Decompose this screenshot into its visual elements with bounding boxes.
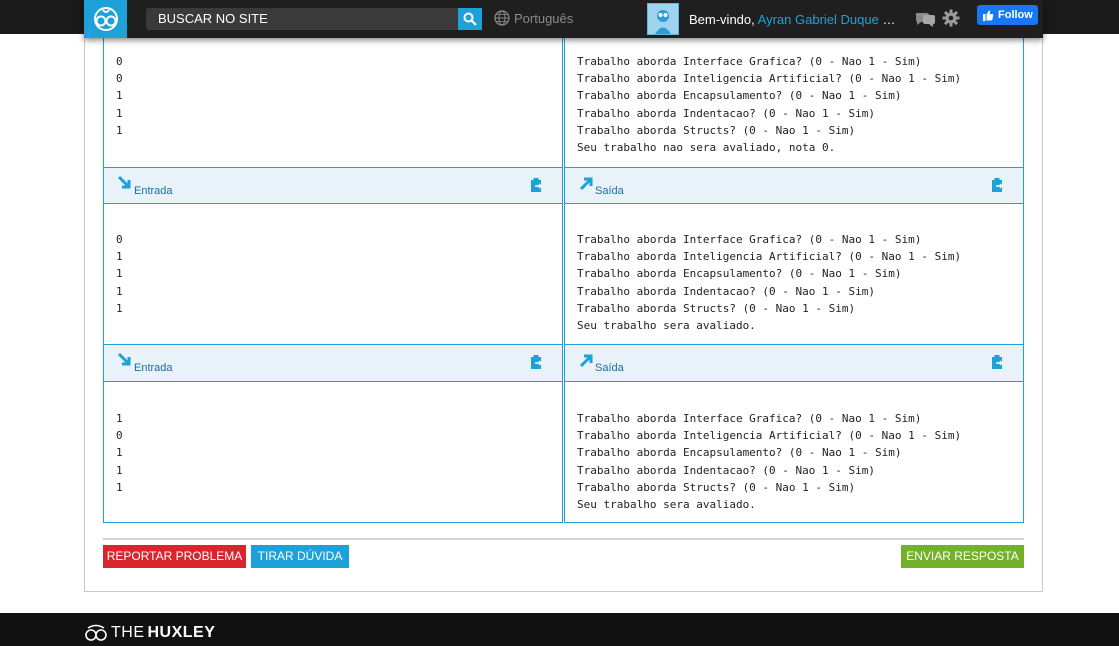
- language-selector[interactable]: Português: [494, 10, 573, 26]
- output-cell-1: Trabalho aborda Interface Grafica? (0 - …: [564, 30, 1024, 168]
- user-name-link[interactable]: Ayran Gabriel Duque Sou...: [758, 12, 904, 27]
- output-line: Trabalho aborda Inteligencia Artificial?…: [577, 72, 962, 86]
- thumbs-up-icon: [983, 10, 994, 21]
- search-input[interactable]: BUSCAR NO SITE: [146, 8, 482, 30]
- copy-clipboard-icon[interactable]: [991, 354, 1005, 370]
- input-arrow-icon: [117, 175, 131, 189]
- copy-clipboard-icon[interactable]: [530, 177, 544, 193]
- footer-brand-light: THE: [111, 624, 145, 641]
- output-line: Trabalho aborda Indentacao? (0 - Nao 1 -…: [577, 463, 876, 477]
- input-arrow-icon: [117, 352, 131, 366]
- input-header-2: Entrada: [103, 167, 563, 204]
- input-line: 1: [116, 284, 123, 298]
- output-header-2: Saída: [564, 167, 1024, 204]
- footer-logo[interactable]: THE HUXLEY: [84, 624, 215, 642]
- output-line: Trabalho aborda Structs? (0 - Nao 1 - Si…: [577, 301, 856, 315]
- input-line: 1: [116, 250, 123, 264]
- submit-answer-button[interactable]: ENVIAR RESPOSTA: [901, 545, 1024, 568]
- output-line: Trabalho aborda Inteligencia Artificial?…: [577, 429, 962, 443]
- footer: THE HUXLEY: [0, 613, 1119, 646]
- welcome-message: Bem-vindo, Ayran Gabriel Duque Sou...: [689, 12, 904, 27]
- input-header-label: Entrada: [134, 362, 173, 374]
- output-line: Trabalho aborda Structs? (0 - Nao 1 - Si…: [577, 480, 856, 494]
- welcome-prefix: Bem-vindo,: [689, 12, 758, 27]
- output-line: Trabalho aborda Indentacao? (0 - Nao 1 -…: [577, 106, 876, 120]
- copy-clipboard-icon[interactable]: [530, 354, 544, 370]
- output-cell-2: Trabalho aborda Interface Grafica? (0 - …: [564, 203, 1024, 345]
- input-line: 1: [116, 446, 123, 460]
- facebook-follow-button[interactable]: Follow: [977, 5, 1038, 25]
- avatar-icon: [655, 10, 671, 34]
- output-arrow-icon: [579, 354, 593, 368]
- output-line: Trabalho aborda Indentacao? (0 - Nao 1 -…: [577, 284, 876, 298]
- output-header-label: Saída: [595, 185, 624, 197]
- globe-icon: [494, 10, 510, 26]
- input-cell-3: 1 0 1 1 1: [103, 381, 563, 523]
- output-line: Trabalho aborda Encapsulamento? (0 - Nao…: [577, 89, 902, 103]
- input-line: 1: [116, 89, 123, 103]
- input-line: 0: [116, 55, 123, 68]
- input-header-3: Entrada: [103, 344, 563, 382]
- output-header-label: Saída: [595, 362, 624, 374]
- input-header-label: Entrada: [134, 185, 173, 197]
- output-arrow-icon: [579, 177, 593, 191]
- output-line: Trabalho aborda Interface Grafica? (0 - …: [577, 412, 922, 425]
- input-line: 1: [116, 267, 123, 281]
- output-line: Seu trabalho sera avaliado.: [577, 319, 756, 333]
- output-line: Trabalho aborda Encapsulamento? (0 - Nao…: [577, 446, 902, 460]
- search-button[interactable]: [458, 8, 482, 30]
- site-logo[interactable]: [84, 0, 127, 38]
- gear-icon: [942, 9, 960, 27]
- ask-question-button[interactable]: TIRAR DÚVIDA: [251, 545, 349, 568]
- input-line: 1: [116, 106, 123, 120]
- language-label: Português: [514, 10, 574, 26]
- input-line: 1: [116, 123, 123, 137]
- output-header-3: Saída: [564, 344, 1024, 382]
- footer-brand-bold: HUXLEY: [147, 624, 216, 641]
- copy-clipboard-icon[interactable]: [991, 177, 1005, 193]
- input-line: 0: [116, 429, 123, 443]
- output-line: Trabalho aborda Inteligencia Artificial?…: [577, 250, 962, 264]
- input-cell-1: 0 0 1 1 1: [103, 30, 563, 168]
- input-cell-2: 0 1 1 1 1: [103, 203, 563, 345]
- output-line: Seu trabalho sera avaliado.: [577, 498, 756, 512]
- search-icon: [463, 12, 477, 26]
- chat-bubbles-icon: [915, 13, 935, 27]
- report-problem-button[interactable]: REPORTAR PROBLEMA: [103, 545, 246, 568]
- follow-label: Follow: [998, 9, 1033, 21]
- input-line: 0: [116, 233, 123, 246]
- huxley-logo-icon: [85, 624, 107, 641]
- top-navbar: BUSCAR NO SITE Português Bem-vindo, Ayra…: [84, 0, 1043, 38]
- input-line: 1: [116, 301, 123, 315]
- output-line: Trabalho aborda Interface Grafica? (0 - …: [577, 55, 922, 68]
- input-line: 1: [116, 412, 123, 425]
- avatar[interactable]: [647, 3, 679, 35]
- output-cell-3: Trabalho aborda Interface Grafica? (0 - …: [564, 381, 1024, 523]
- output-line: Trabalho aborda Encapsulamento? (0 - Nao…: [577, 267, 902, 281]
- actions-divider: [103, 538, 1024, 540]
- messages-button[interactable]: [914, 10, 936, 33]
- input-line: 1: [116, 480, 123, 494]
- huxley-logo-icon: [93, 7, 118, 31]
- output-line: Seu trabalho nao sera avaliado, nota 0.: [577, 141, 836, 155]
- input-line: 0: [116, 72, 123, 86]
- output-line: Trabalho aborda Structs? (0 - Nao 1 - Si…: [577, 123, 856, 137]
- output-line: Trabalho aborda Interface Grafica? (0 - …: [577, 233, 922, 246]
- input-line: 1: [116, 463, 123, 477]
- settings-button[interactable]: [942, 9, 960, 32]
